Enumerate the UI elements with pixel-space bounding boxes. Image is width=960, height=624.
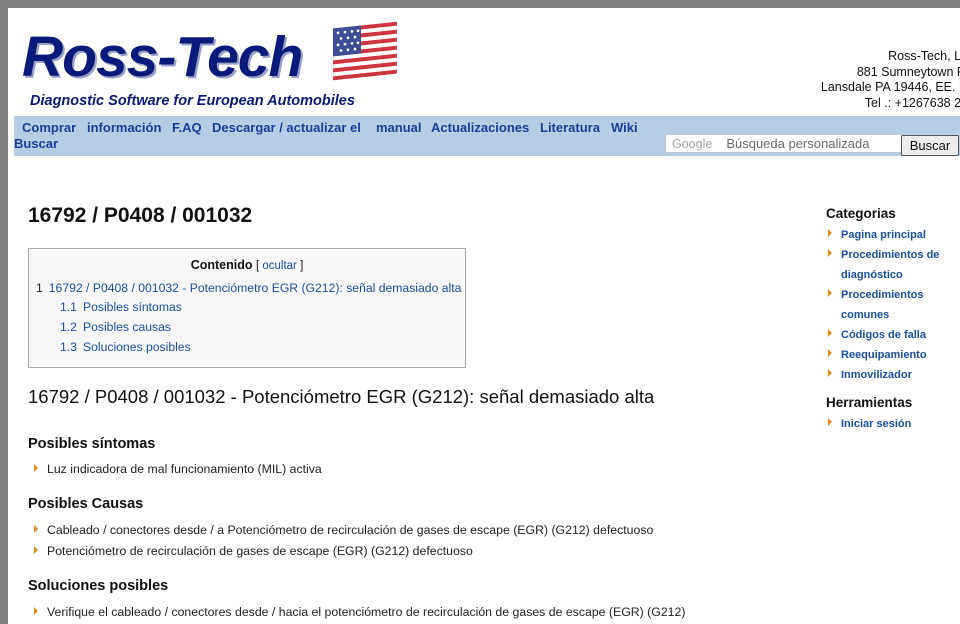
section-heading: 16792 / P0408 / 001032 - Potenciómetro E…	[28, 386, 655, 407]
tools-heading: Herramientas	[826, 395, 913, 410]
sidebar-item-label: Reequipamiento	[841, 349, 927, 361]
list-item: Potenciómetro de recirculación de gases …	[34, 544, 473, 558]
search-label: Buscar	[14, 136, 59, 151]
list-item: Luz indicadora de mal funcionamiento (MI…	[34, 462, 322, 476]
toc-item[interactable]: 1.2 Posibles causas	[60, 320, 171, 334]
sidebar-item-procedimientos-diagnostico[interactable]: Procedimientos de diagnóstico	[828, 245, 939, 285]
page: Ross-Tech Diagnostic Software for Europe…	[8, 8, 960, 624]
search-button[interactable]: Buscar	[901, 135, 959, 156]
nav-bar: Comprar información F.AQ Descargar / act…	[14, 116, 960, 156]
toc-bracket: ]	[300, 260, 304, 272]
bullet-arrow-icon	[34, 607, 38, 615]
sidebar-item-pagina-principal[interactable]: Pagina principal	[828, 225, 926, 245]
address-line: 881 Sumneytown Pi	[856, 64, 960, 79]
symptoms-heading: Posibles síntomas	[28, 436, 156, 452]
bullet-arrow-icon	[828, 229, 832, 237]
sidebar-item-label: comunes	[841, 309, 890, 321]
sidebar-item-codigos-de-falla[interactable]: Códigos de falla	[828, 325, 926, 345]
sidebar-item-label: diagnóstico	[841, 269, 903, 281]
us-flag-icon	[333, 21, 397, 81]
page-title: 16792 / P0408 / 001032	[28, 204, 253, 227]
toc-item-label: Posibles causas	[82, 320, 172, 334]
list-item-text: Cableado / conectores desde / a Potenció…	[47, 523, 654, 537]
bullet-arrow-icon	[828, 418, 832, 426]
toc-hide-toggle: [ ocultar ]	[256, 260, 303, 272]
bullet-arrow-icon	[828, 249, 832, 257]
nav-link-faq[interactable]: F.AQ	[172, 120, 202, 135]
bullet-arrow-icon	[828, 369, 832, 377]
address-line: Tel .: +1267638 23	[864, 95, 960, 110]
bullet-arrow-icon	[828, 329, 832, 337]
toc-item[interactable]: 1 16792 / P0408 / 001032 - Potenciómetro …	[36, 281, 461, 295]
toc-item-num: 1.3	[60, 340, 77, 354]
nav-link-literatura[interactable]: Literatura	[540, 120, 600, 135]
sidebar-item-label: Inmovilizador	[841, 369, 912, 381]
list-item: Cableado / conectores desde / a Potenció…	[34, 523, 653, 537]
toc-item-num: 1.2	[60, 320, 77, 334]
toc-item-label: 16792 / P0408 / 001032 - Potenciómetro E…	[48, 281, 462, 295]
table-of-contents: Contenido [ ocultar ] 1 16792 / P0408 / 0…	[28, 248, 466, 368]
toc-item[interactable]: 1.1 Posibles síntomas	[60, 300, 182, 314]
sidebar-item-label: Códigos de falla	[841, 329, 926, 341]
nav-link-descargar[interactable]: Descargar / actualizar el	[212, 120, 361, 135]
address-line: Ross-Tech, LL	[888, 49, 960, 63]
bullet-arrow-icon	[34, 464, 38, 472]
causes-heading: Posibles Causas	[28, 496, 144, 512]
sidebar-item-inmovilizador[interactable]: Inmovilizador	[828, 365, 912, 385]
sidebar-item-iniciar-sesion[interactable]: Iniciar sesión	[828, 414, 911, 434]
toc-item[interactable]: 1.3 Soluciones posibles	[60, 340, 191, 354]
bullet-arrow-icon	[828, 349, 832, 357]
bullet-arrow-icon	[34, 546, 38, 554]
nav-link-informacion[interactable]: información	[87, 120, 161, 135]
nav-link-actualizaciones[interactable]: Actualizaciones	[431, 120, 529, 135]
nav-link-wiki[interactable]: Wiki	[611, 120, 638, 135]
tagline: Diagnostic Software for European Automob…	[30, 93, 355, 109]
nav-link-manual[interactable]: manual	[376, 120, 422, 135]
address-line: Lansdale PA 19446, EE. U	[820, 80, 960, 94]
sidebar-item-reequipamiento[interactable]: Reequipamiento	[828, 345, 927, 365]
list-item-text: Luz indicadora de mal funcionamiento (MI…	[47, 462, 322, 476]
list-item-text: Potenciómetro de recirculación de gases …	[47, 544, 473, 558]
list-item-text: Verifique el cableado / conectores desde…	[47, 605, 686, 619]
toc-heading-label: Contenido	[190, 258, 253, 272]
toc-item-num: 1.1	[60, 300, 77, 314]
toc-hide-link[interactable]: ocultar	[262, 260, 297, 272]
list-item: Verifique el cableado / conectores desde…	[34, 605, 685, 619]
categories-heading: Categorias	[826, 206, 896, 221]
ross-tech-logo[interactable]: Ross-Tech	[22, 22, 303, 92]
toc-item-label: Posibles síntomas	[82, 300, 182, 314]
search-placeholder: Búsqueda personalizada	[726, 136, 870, 151]
bullet-arrow-icon	[828, 289, 832, 297]
sidebar-item-label: Iniciar sesión	[841, 418, 912, 430]
company-address: Ross-Tech, LL 881 Sumneytown Pi Lansdale…	[798, 49, 960, 111]
toc-item-num: 1	[36, 281, 43, 295]
bullet-arrow-icon	[34, 525, 38, 533]
sidebar-item-procedimientos-comunes[interactable]: Procedimientos comunes	[828, 285, 924, 325]
sidebar-item-label: Procedimientos	[841, 289, 924, 301]
toc-item-label: Soluciones posibles	[82, 340, 191, 354]
solutions-heading: Soluciones posibles	[28, 578, 169, 594]
toc-heading: Contenido [ ocultar ]	[29, 258, 465, 272]
google-brand: Google	[672, 137, 713, 151]
nav-link-comprar[interactable]: Comprar	[22, 120, 76, 135]
sidebar-item-label: Pagina principal	[841, 229, 926, 241]
toc-bracket: [	[255, 260, 260, 272]
search-input[interactable]: Google Búsqueda personalizada	[665, 134, 903, 153]
sidebar-item-label: Procedimientos de	[841, 249, 940, 261]
